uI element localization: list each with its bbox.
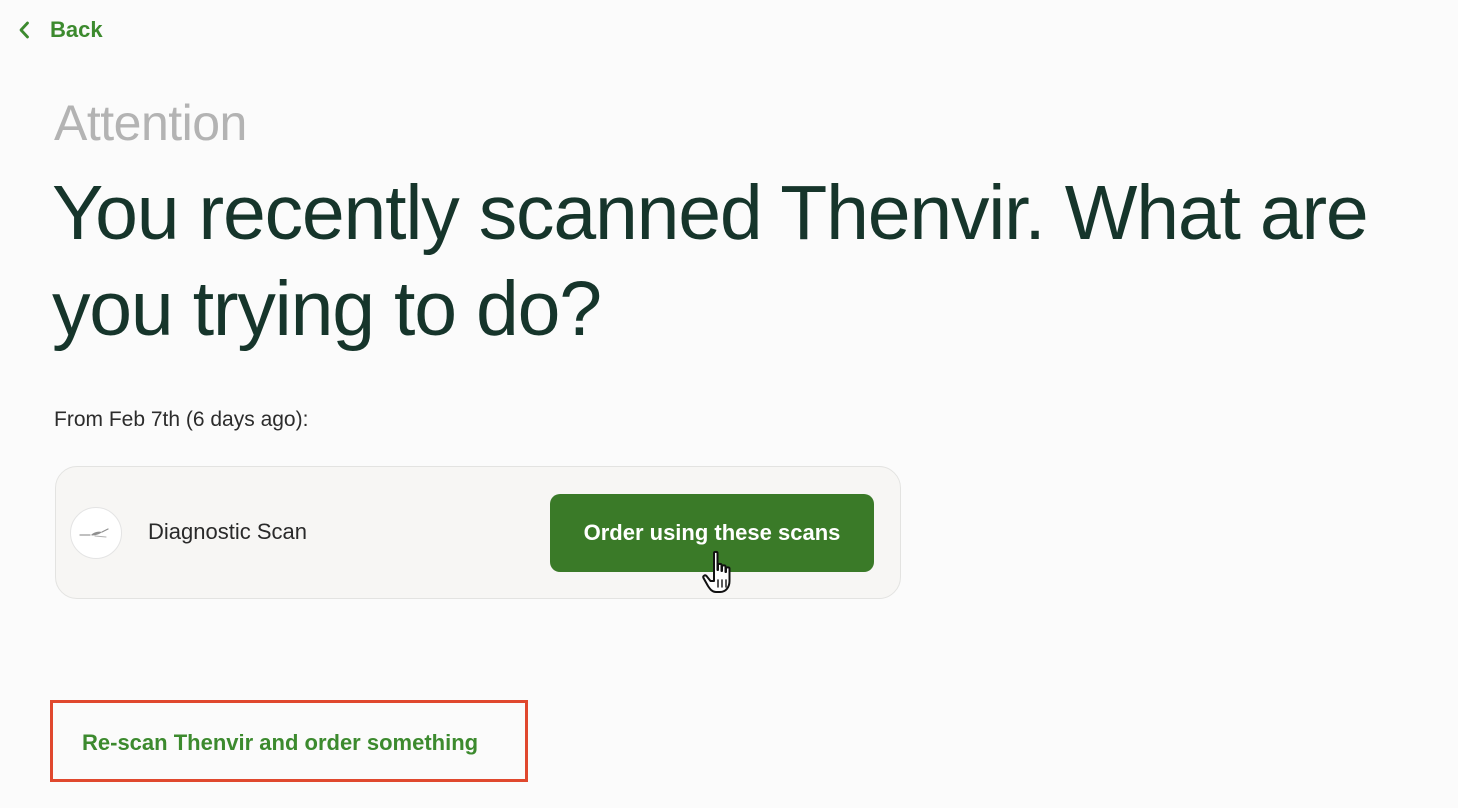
scan-card: Diagnostic Scan Order using these scans [55,466,901,599]
order-using-scans-button[interactable]: Order using these scans [550,494,874,572]
scan-name: Diagnostic Scan [148,519,307,544]
scan-date-label: From Feb 7th (6 days ago): [54,408,309,431]
back-button[interactable]: Back [18,14,103,46]
page: Back Attention You recently scanned Then… [0,0,1458,808]
back-label: Back [50,17,103,42]
page-title: You recently scanned Thenvir. What are y… [52,170,1369,352]
eyebrow-label: Attention [54,95,247,151]
chevron-left-icon [18,21,30,39]
scan-thumbnail-icon [70,507,122,559]
rescan-and-order-link[interactable]: Re-scan Thenvir and order something [82,730,478,756]
